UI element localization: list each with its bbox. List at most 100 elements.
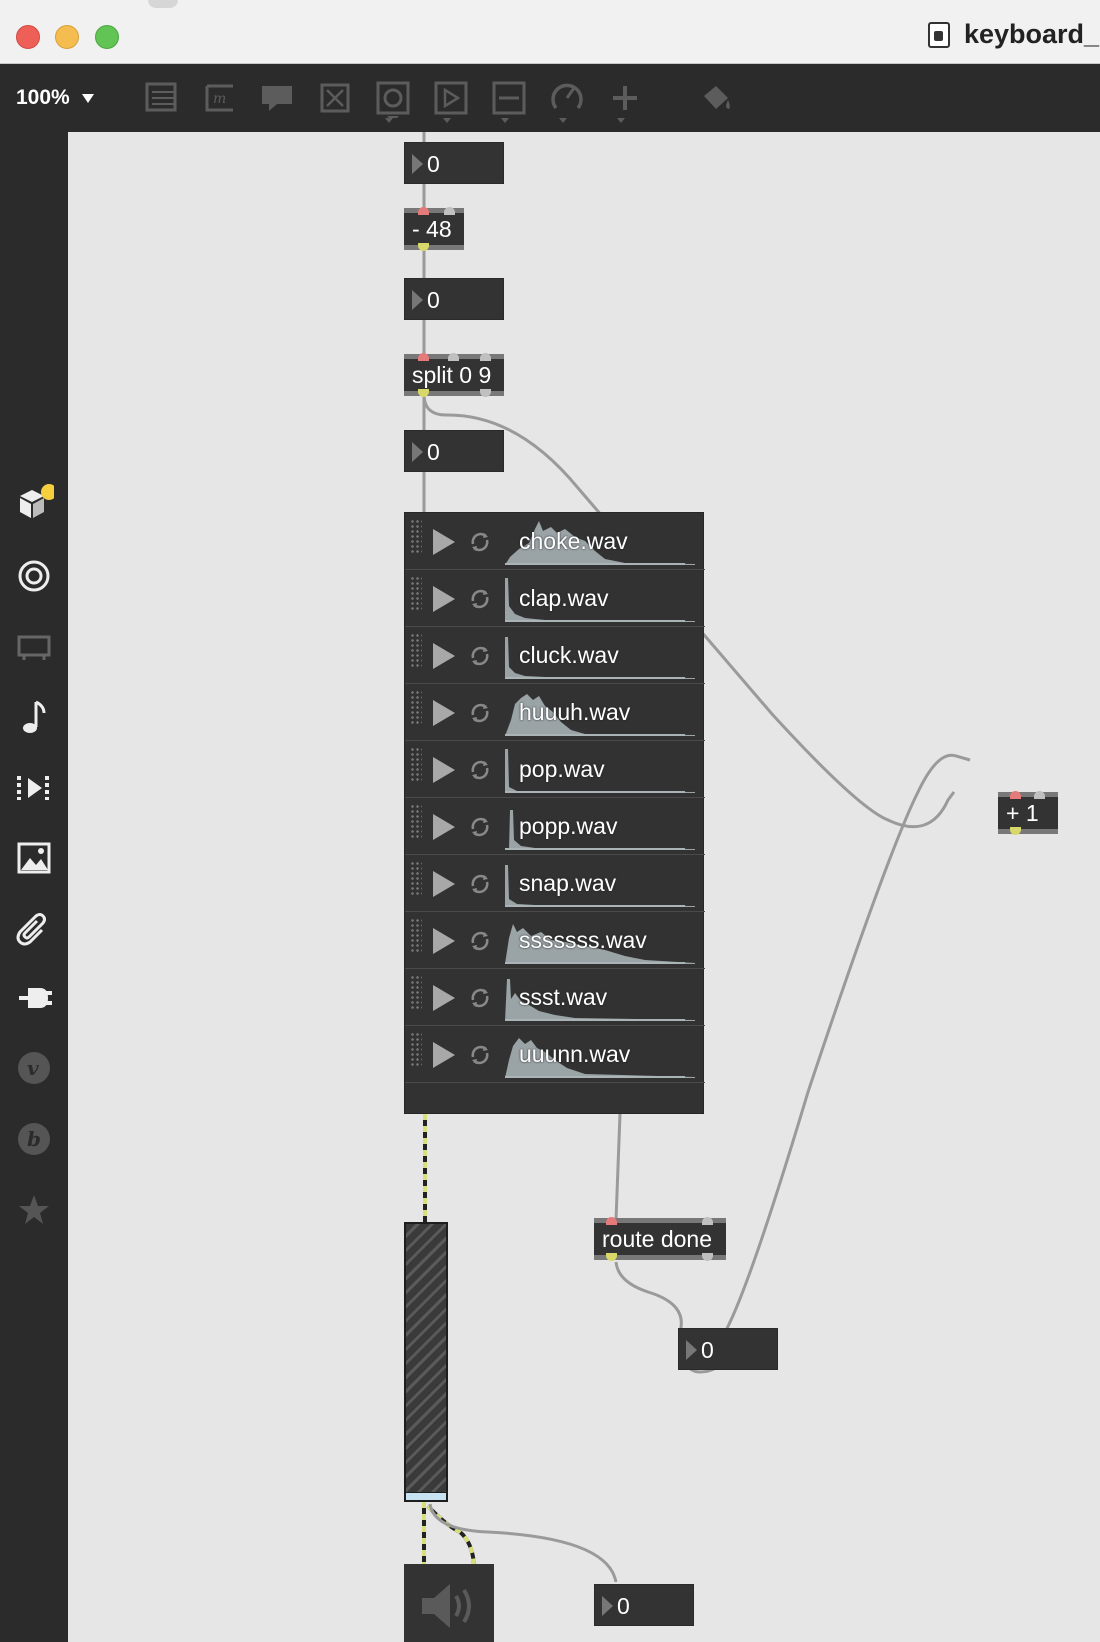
play-icon[interactable] bbox=[433, 529, 455, 555]
loop-icon[interactable] bbox=[467, 1042, 493, 1068]
loop-icon[interactable] bbox=[467, 814, 493, 840]
object-minus-48[interactable]: - 48 bbox=[404, 207, 464, 251]
vst-icon[interactable]: v bbox=[14, 1048, 54, 1088]
paint-bucket-icon[interactable] bbox=[696, 78, 736, 118]
drag-handle[interactable] bbox=[410, 690, 422, 724]
play-icon[interactable] bbox=[433, 985, 455, 1011]
drag-handle[interactable] bbox=[410, 861, 422, 895]
loop-icon[interactable] bbox=[467, 529, 493, 555]
drag-handle[interactable] bbox=[410, 633, 422, 667]
playlist-row[interactable]: choke.wav bbox=[405, 513, 705, 570]
object-route-done[interactable]: route done bbox=[594, 1217, 726, 1261]
inlet[interactable] bbox=[1034, 791, 1045, 799]
inlet[interactable] bbox=[702, 1217, 713, 1225]
playlist-row[interactable]: popp.wav bbox=[405, 798, 705, 855]
drag-handle[interactable] bbox=[410, 918, 422, 952]
number-box-offset[interactable]: 0 bbox=[404, 278, 504, 320]
object-plus-1[interactable]: + 1 bbox=[998, 791, 1058, 835]
outlet[interactable] bbox=[418, 243, 429, 251]
patcher-canvas[interactable]: 0 - 48 0 split 0 9 0 choke.wav clap.wav … bbox=[68, 132, 1100, 1642]
loop-icon[interactable] bbox=[467, 700, 493, 726]
comment-icon[interactable] bbox=[257, 78, 297, 118]
inlet[interactable] bbox=[448, 353, 459, 361]
number-box-index[interactable]: 0 bbox=[404, 430, 504, 472]
zoom-level[interactable]: 100% bbox=[16, 86, 70, 110]
slider-icon[interactable] bbox=[489, 78, 529, 118]
drag-handle[interactable] bbox=[410, 1032, 422, 1066]
play-icon[interactable] bbox=[433, 643, 455, 669]
outlet[interactable] bbox=[702, 1253, 713, 1261]
play-icon[interactable] bbox=[433, 1042, 455, 1068]
inlet[interactable] bbox=[1010, 791, 1021, 799]
target-icon[interactable] bbox=[14, 556, 54, 596]
dac-output[interactable] bbox=[404, 1564, 494, 1642]
step-icon[interactable] bbox=[14, 768, 54, 808]
plus-icon[interactable] bbox=[605, 78, 645, 118]
drag-handle[interactable] bbox=[410, 576, 422, 610]
close-button[interactable] bbox=[16, 25, 40, 49]
inlet[interactable] bbox=[480, 353, 491, 361]
play-icon[interactable] bbox=[433, 586, 455, 612]
play-icon[interactable] bbox=[433, 700, 455, 726]
outlet[interactable] bbox=[606, 1253, 617, 1261]
inlet[interactable] bbox=[444, 207, 455, 215]
object-split[interactable]: split 0 9 bbox=[404, 353, 504, 397]
toggle-icon[interactable] bbox=[315, 78, 355, 118]
minimize-button[interactable] bbox=[55, 25, 79, 49]
patch-cord[interactable] bbox=[722, 753, 971, 1335]
inlet[interactable] bbox=[418, 353, 429, 361]
presentation-icon[interactable] bbox=[141, 78, 181, 118]
attachment-icon[interactable] bbox=[14, 908, 54, 948]
outlet[interactable] bbox=[1010, 827, 1021, 835]
loop-icon[interactable] bbox=[467, 871, 493, 897]
number-box-gain[interactable]: 0 bbox=[594, 1584, 694, 1626]
zoom-button[interactable] bbox=[95, 25, 119, 49]
outlet[interactable] bbox=[418, 389, 429, 397]
number-value: 0 bbox=[427, 287, 440, 313]
playlist-row[interactable]: sssssss.wav bbox=[405, 912, 705, 969]
drag-handle[interactable] bbox=[410, 519, 422, 553]
loop-icon[interactable] bbox=[467, 643, 493, 669]
tool-dropdown-carets bbox=[385, 118, 625, 123]
gain-slider-knob[interactable] bbox=[406, 1492, 446, 1500]
button-icon[interactable] bbox=[373, 78, 413, 122]
packages-icon[interactable] bbox=[14, 484, 57, 524]
playlist-row[interactable]: huuuh.wav bbox=[405, 684, 705, 741]
number-box-top[interactable]: 0 bbox=[404, 142, 504, 184]
playlist-object[interactable]: choke.wav clap.wav cluck.wav huuuh.wav p… bbox=[404, 512, 705, 1114]
play-icon[interactable] bbox=[433, 757, 455, 783]
drag-handle[interactable] bbox=[410, 804, 422, 838]
dial-icon[interactable] bbox=[547, 78, 587, 118]
inlet[interactable] bbox=[418, 207, 429, 215]
favorites-icon[interactable] bbox=[14, 1190, 54, 1230]
playlist-row[interactable]: ssst.wav bbox=[405, 969, 705, 1026]
patch-cord[interactable] bbox=[614, 1113, 622, 1221]
gain-slider[interactable] bbox=[404, 1222, 448, 1502]
outlet[interactable] bbox=[480, 389, 491, 397]
plugin-icon[interactable] bbox=[14, 978, 54, 1018]
playlist-row[interactable]: clap.wav bbox=[405, 570, 705, 627]
tab-stub bbox=[148, 0, 178, 8]
number-box-route[interactable]: 0 bbox=[678, 1328, 778, 1370]
loop-icon[interactable] bbox=[467, 985, 493, 1011]
music-note-icon[interactable] bbox=[14, 697, 54, 737]
loop-icon[interactable] bbox=[467, 757, 493, 783]
loop-icon[interactable] bbox=[467, 928, 493, 954]
drag-handle[interactable] bbox=[410, 747, 422, 781]
playlist-row[interactable]: cluck.wav bbox=[405, 627, 705, 684]
chevron-down-icon[interactable] bbox=[82, 94, 94, 103]
inlet[interactable] bbox=[606, 1217, 617, 1225]
message-icon[interactable]: m bbox=[199, 78, 239, 118]
loop-icon[interactable] bbox=[467, 586, 493, 612]
play-icon[interactable] bbox=[433, 928, 455, 954]
drag-handle[interactable] bbox=[410, 975, 422, 1009]
playlist-row[interactable]: snap.wav bbox=[405, 855, 705, 912]
play-icon[interactable] bbox=[433, 871, 455, 897]
device-icon[interactable] bbox=[14, 627, 54, 667]
playlist-row[interactable]: pop.wav bbox=[405, 741, 705, 798]
message-box-icon[interactable] bbox=[431, 78, 471, 118]
image-icon[interactable] bbox=[14, 838, 54, 878]
play-icon[interactable] bbox=[433, 814, 455, 840]
playlist-row[interactable]: uuunn.wav bbox=[405, 1026, 705, 1083]
beap-icon[interactable]: b bbox=[14, 1119, 54, 1159]
